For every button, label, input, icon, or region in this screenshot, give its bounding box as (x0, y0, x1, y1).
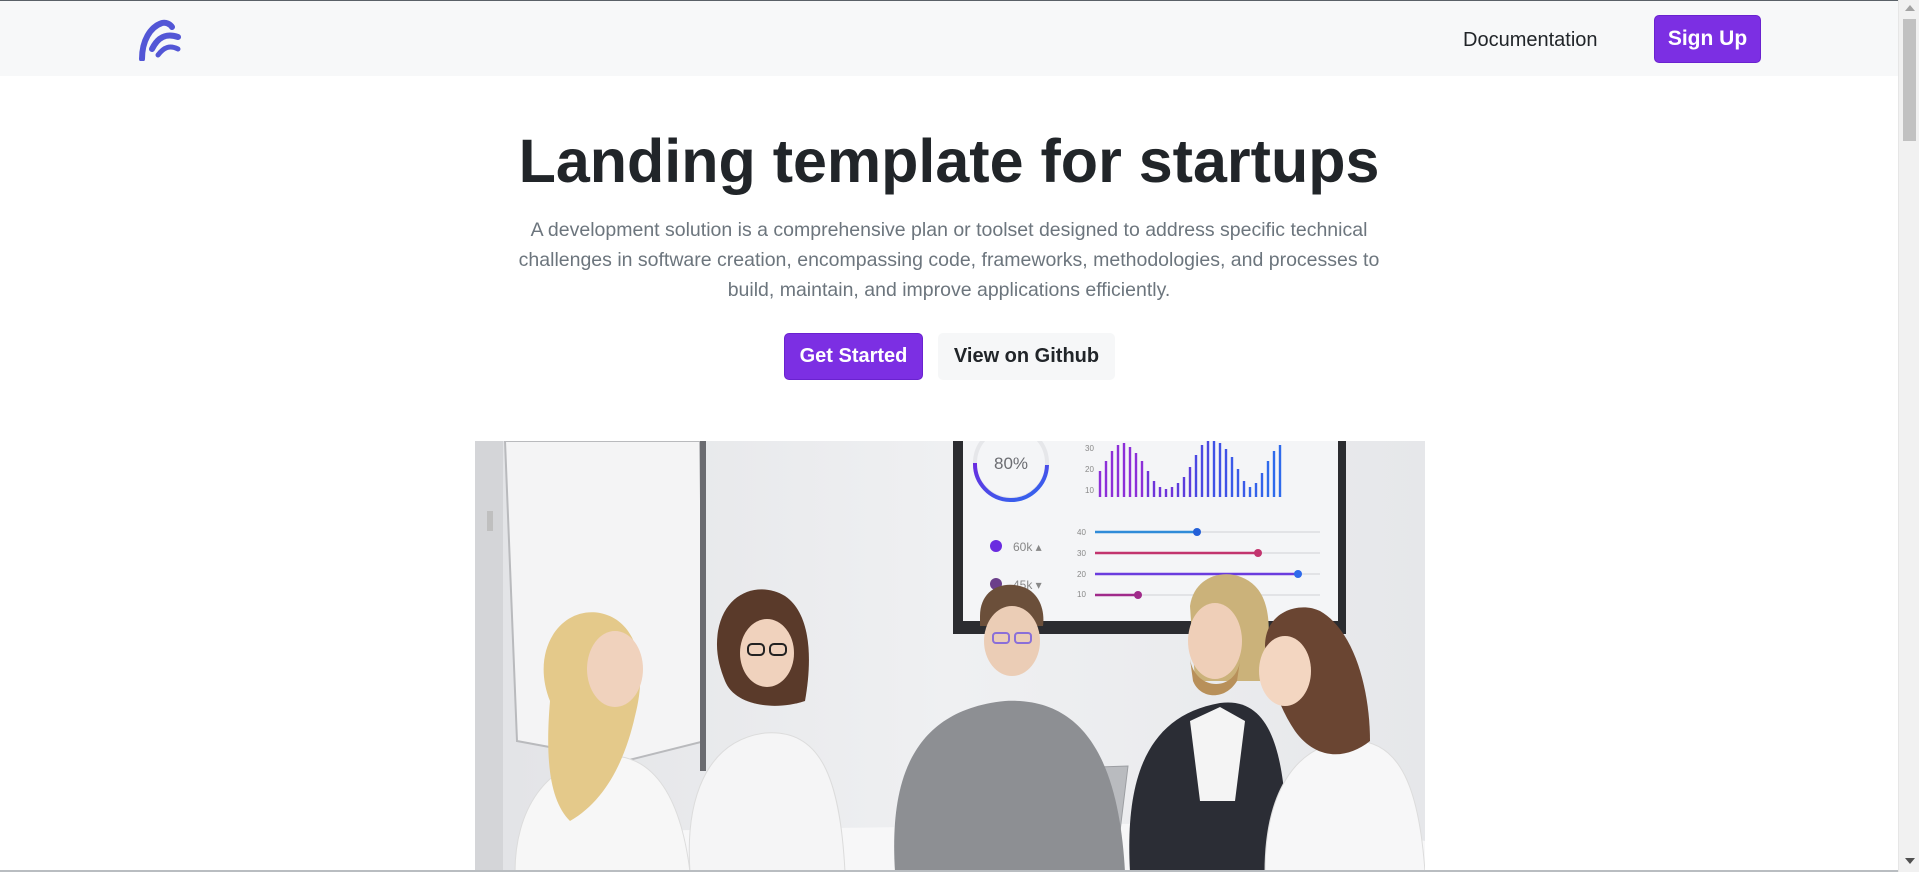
nav-link-documentation[interactable]: Documentation (1463, 27, 1598, 53)
svg-text:20: 20 (1085, 465, 1094, 474)
navbar: Documentation Sign Up (0, 0, 1898, 76)
dashboard-percent: 80% (994, 454, 1028, 473)
view-on-github-button[interactable]: View on Github (938, 333, 1115, 380)
svg-text:30: 30 (1077, 549, 1086, 558)
svg-text:30: 30 (1085, 444, 1094, 453)
svg-text:10: 10 (1077, 590, 1086, 599)
svg-text:20: 20 (1077, 570, 1086, 579)
signup-button[interactable]: Sign Up (1654, 15, 1761, 63)
hero-title: Landing template for startups (518, 127, 1380, 195)
logo-icon[interactable] (136, 19, 184, 61)
scroll-down-arrow-icon[interactable] (1905, 858, 1915, 864)
scroll-up-arrow-icon[interactable] (1905, 5, 1915, 11)
svg-text:60k ▴: 60k ▴ (1013, 540, 1042, 554)
svg-text:10: 10 (1085, 486, 1094, 495)
scroll-thumb[interactable] (1903, 19, 1916, 141)
svg-text:40: 40 (1077, 528, 1086, 537)
get-started-button[interactable]: Get Started (784, 333, 923, 380)
hero-image: 80% 30 20 10 60k ▴ 45k ▾ 40 30 20 10 (475, 441, 1425, 872)
hero-description: A development solution is a comprehensiv… (518, 219, 1380, 301)
vertical-scrollbar[interactable] (1898, 0, 1919, 872)
landing-page: Documentation Sign Up Landing template f… (0, 0, 1919, 872)
